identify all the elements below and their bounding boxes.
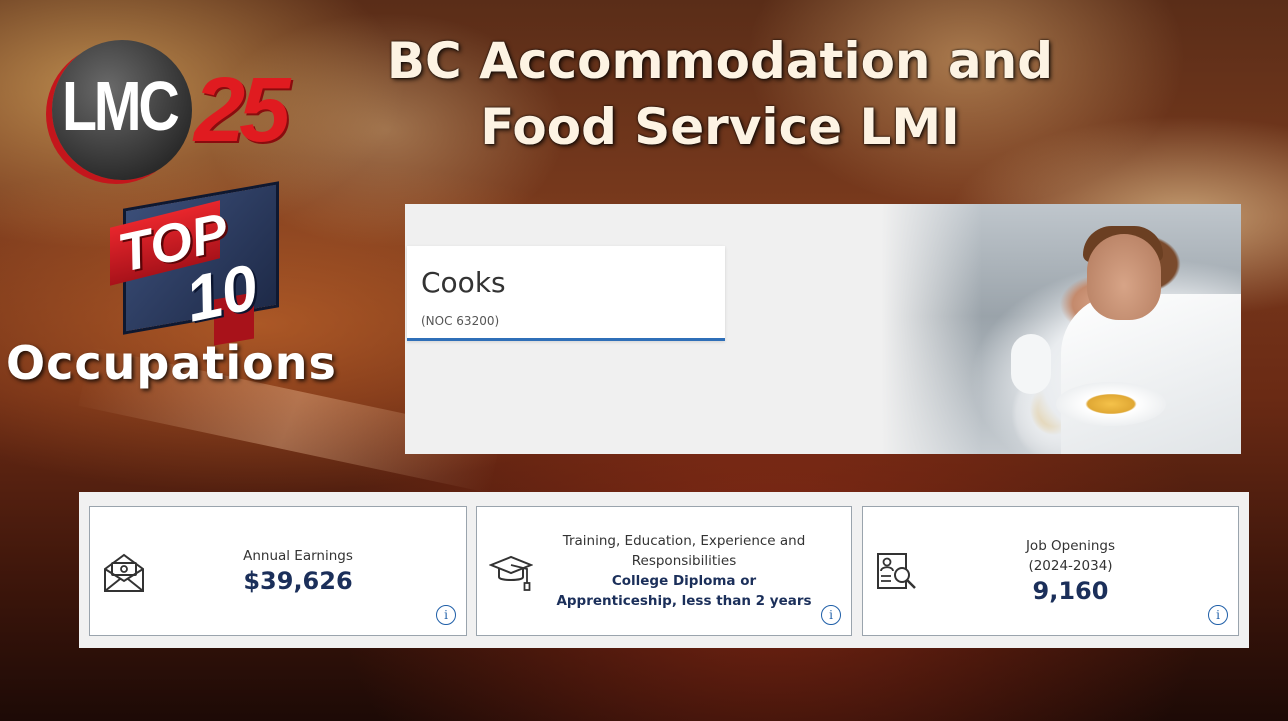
occupation-hero-panel: Cooks (NOC 63200) [405, 204, 1241, 454]
occupation-title-card: Cooks (NOC 63200) [407, 246, 725, 341]
earnings-info-icon[interactable]: i [436, 605, 456, 625]
training-card: Training, Education, Experience and Resp… [476, 506, 852, 636]
earnings-label: Annual Earnings [243, 548, 353, 564]
training-value-line-1: College Diploma or [611, 573, 757, 589]
training-info-icon[interactable]: i [821, 605, 841, 625]
occupation-noc-code: (NOC 63200) [421, 314, 500, 328]
earnings-value: $39,626 [243, 567, 353, 595]
job-openings-content: Job Openings (2024-2034) 9,160 [923, 507, 1218, 635]
top-10-badge: TOP 10 [96, 178, 306, 348]
graduation-cap-icon [489, 555, 533, 591]
job-openings-info-icon[interactable]: i [1208, 605, 1228, 625]
plate-dish [1056, 382, 1166, 426]
job-openings-label: Job Openings [1025, 538, 1116, 554]
resume-search-icon [877, 553, 916, 589]
title-line-1: BC Accommodation and [386, 32, 1054, 90]
training-content: Training, Education, Experience and Resp… [537, 507, 831, 635]
badge-number: 10 [179, 250, 264, 336]
earnings-content: Annual Earnings $39,626 [150, 507, 446, 635]
chef-glove [1011, 334, 1051, 394]
envelope-money-icon [104, 553, 144, 592]
chef-jacket [1061, 294, 1241, 454]
chef-head [1087, 234, 1161, 320]
job-openings-period: (2024-2034) [1028, 558, 1113, 574]
chef-photo [881, 204, 1241, 454]
earnings-card: Annual Earnings $39,626 i [89, 506, 467, 636]
lmc25-logo: LMC 25 [44, 40, 290, 180]
training-label: Training, Education, Experience and Resp… [562, 533, 806, 569]
stats-panel: Annual Earnings $39,626 i Training, Educ… [79, 492, 1249, 648]
logo-text: LMC [62, 67, 180, 145]
title-line-2: Food Service LMI [480, 98, 960, 156]
logo-number: 25 [194, 59, 290, 161]
occupation-name: Cooks [421, 266, 506, 299]
page-title: BC Accommodation and Food Service LMI [380, 28, 1060, 160]
occupations-heading: Occupations [6, 336, 337, 390]
training-value-line-2: Apprenticeship, less than 2 years [556, 593, 812, 609]
job-openings-value: 9,160 [1032, 577, 1109, 605]
job-openings-card: Job Openings (2024-2034) 9,160 i [862, 506, 1239, 636]
